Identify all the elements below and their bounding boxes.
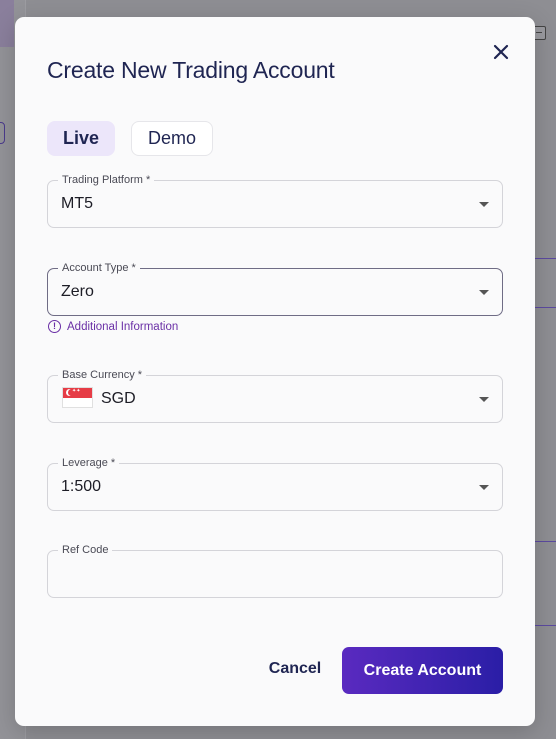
ref-code-label: Ref Code [58, 543, 113, 557]
leverage-value: 1:500 [61, 478, 102, 495]
base-currency-value: SGD [101, 390, 136, 407]
create-account-button[interactable]: Create Account [342, 647, 503, 694]
account-type-label: Account Type * [58, 261, 140, 275]
chevron-down-icon [479, 485, 489, 490]
base-currency-select[interactable]: Base Currency * ✦✦ SGD [47, 368, 503, 423]
singapore-flag-icon: ✦✦ [62, 387, 93, 408]
background-divider [534, 541, 556, 542]
account-type-value: Zero [61, 283, 94, 300]
background-sidebar-header [0, 0, 14, 47]
leverage-label: Leverage * [58, 456, 120, 470]
trading-platform-label: Trading Platform * [58, 173, 155, 187]
tab-live[interactable]: Live [47, 121, 115, 156]
background-divider [534, 625, 556, 626]
background-divider [534, 258, 556, 259]
chevron-down-icon [479, 290, 489, 295]
info-icon: ! [48, 320, 61, 333]
leverage-select[interactable]: Leverage * 1:500 [47, 456, 503, 511]
ref-code-input[interactable]: Ref Code [47, 543, 503, 598]
trading-platform-value: MT5 [61, 195, 93, 212]
additional-information-text: Additional Information [67, 320, 179, 333]
close-icon-glyph [493, 44, 509, 60]
background-chip [0, 122, 5, 144]
close-icon[interactable] [490, 41, 512, 63]
background-divider [534, 307, 556, 308]
additional-information-link[interactable]: ! Additional Information [48, 320, 178, 333]
account-mode-tabs: Live Demo [47, 121, 213, 156]
chevron-down-icon [479, 202, 489, 207]
account-type-select[interactable]: Account Type * Zero [47, 261, 503, 316]
create-account-modal: Create New Trading Account Live Demo Tra… [15, 17, 535, 726]
base-currency-label: Base Currency * [58, 368, 147, 382]
chevron-down-icon [479, 397, 489, 402]
cancel-button[interactable]: Cancel [264, 660, 326, 682]
trading-platform-select[interactable]: Trading Platform * MT5 [47, 173, 503, 228]
tab-demo[interactable]: Demo [131, 121, 213, 156]
modal-title: Create New Trading Account [47, 57, 335, 83]
